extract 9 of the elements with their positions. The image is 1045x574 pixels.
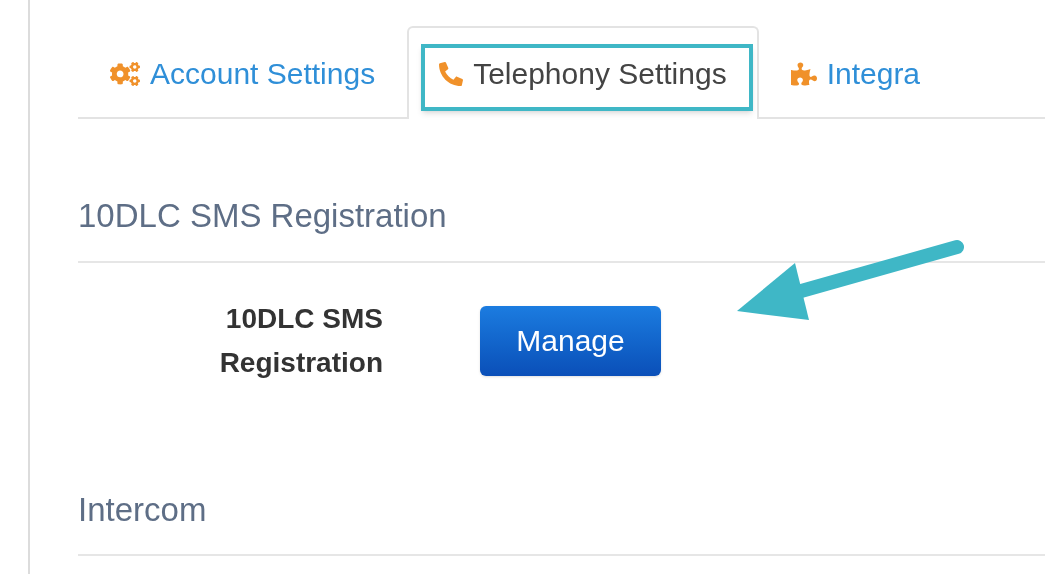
field-label: 10DLC SMS Registration (218, 301, 383, 380)
tab[interactable]: Telephony Settings (407, 26, 759, 119)
tab[interactable]: Integra (778, 28, 933, 119)
manage-button[interactable]: Manage (480, 305, 661, 376)
puzzle-icon (790, 60, 817, 87)
tab[interactable]: Account Settings (98, 28, 388, 119)
phone-icon (439, 61, 464, 86)
section-title: 10DLC SMS Registration (78, 191, 1045, 263)
section-title: Intercom (78, 484, 1045, 556)
